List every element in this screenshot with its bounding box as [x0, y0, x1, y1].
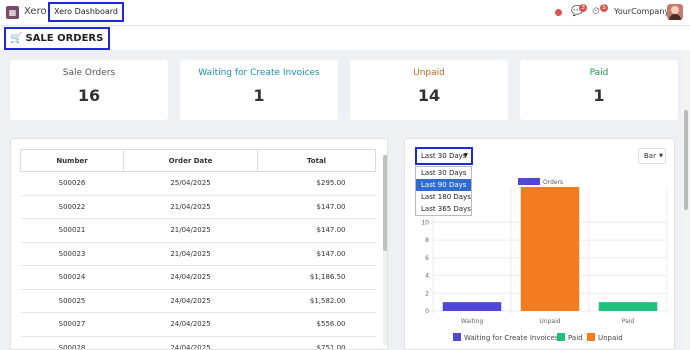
app-menu-icon[interactable]: ▦ — [6, 6, 19, 19]
cell-number: S00024 — [20, 265, 124, 290]
cell-number: S00023 — [20, 242, 124, 266]
activity-badge: 5 — [600, 4, 608, 12]
company-switcher[interactable]: YourCompany — [614, 7, 669, 16]
bar — [520, 187, 580, 311]
date-range-select[interactable]: Last 30 Days ▼ — [415, 147, 473, 165]
cell-total: $147.00 — [257, 218, 376, 243]
column-header-order-date[interactable]: Order Date — [123, 149, 258, 172]
shopping-cart-icon: 🛒 — [10, 33, 23, 44]
cell-total: $147.00 — [257, 195, 376, 219]
chevron-down-icon: ▼ — [659, 153, 663, 159]
legend-label: Paid — [568, 334, 583, 342]
kpi-value: 14 — [417, 86, 441, 105]
y-tick-label: 4 — [425, 273, 429, 280]
date-range-option[interactable]: Last 365 Days — [416, 203, 471, 215]
dataset-legend-swatch — [518, 178, 540, 185]
cell-total: $1,186.50 — [257, 265, 376, 290]
cell-order-date: 21/04/2025 — [123, 242, 258, 266]
chevron-down-icon: ▼ — [463, 152, 468, 159]
orders-chart-panel: 0 2 4 6 8 10 Waiting Unpaid Paid Orders Waiting fo… — [404, 138, 675, 350]
chat-badge: 3 — [579, 4, 587, 12]
dashboard-menu-item[interactable]: Xero Dashboard — [48, 2, 124, 22]
legend-swatch — [557, 333, 565, 341]
kpi-label: Sale Orders — [62, 68, 116, 78]
top-navbar: ▦ Xero Xero Dashboard 💬 3 ⏲ 5 YourCompan… — [0, 0, 690, 26]
legend-label: Waiting for Create Invoices — [464, 334, 559, 342]
legend-swatch — [587, 333, 595, 341]
cell-number: S00026 — [20, 171, 124, 196]
x-tick-label: Waiting — [461, 318, 484, 325]
table-row[interactable]: S00024 24/04/2025 $1,186.50 — [20, 265, 376, 290]
brand-name[interactable]: Xero — [24, 6, 47, 17]
bar — [442, 302, 502, 311]
orders-table-panel: Number Order Date Total S00026 25/04/2025… — [10, 138, 388, 350]
legend-swatch — [453, 333, 461, 341]
kpi-label: Waiting for Create Invoices — [198, 68, 320, 78]
cell-order-date: 24/04/2025 — [123, 265, 258, 290]
cell-number: S00021 — [20, 218, 124, 243]
dataset-legend-label: Orders — [543, 179, 563, 186]
cell-order-date: 21/04/2025 — [123, 195, 258, 219]
kpi-card-paid[interactable]: Paid 1 — [520, 60, 678, 120]
status-dot-icon[interactable] — [555, 9, 562, 16]
cell-total: $751.00 — [257, 336, 376, 349]
user-avatar[interactable] — [667, 4, 683, 20]
kpi-value: 1 — [593, 86, 605, 105]
cell-order-date: 21/04/2025 — [123, 218, 258, 243]
column-header-total[interactable]: Total — [257, 149, 376, 172]
date-range-dropdown: Last 30 Days Last 90 Days Last 180 Days … — [415, 166, 472, 216]
kpi-label: Paid — [589, 68, 609, 78]
cell-total: $147.00 — [257, 242, 376, 266]
y-tick-label: 8 — [425, 237, 429, 244]
cell-order-date: 24/04/2025 — [123, 336, 258, 349]
y-tick-label: 0 — [425, 308, 429, 315]
table-row[interactable]: S00026 25/04/2025 $295.00 — [20, 171, 376, 196]
date-range-option[interactable]: Last 30 Days — [416, 167, 471, 179]
table-row[interactable]: S00027 24/04/2025 $556.00 — [20, 312, 376, 337]
cell-number: S00027 — [20, 312, 124, 337]
kpi-label: Unpaid — [413, 68, 445, 78]
cell-total: $1,582.00 — [257, 289, 376, 313]
cell-order-date: 24/04/2025 — [123, 312, 258, 337]
legend-label: Unpaid — [598, 334, 623, 342]
cell-order-date: 25/04/2025 — [123, 171, 258, 196]
table-row[interactable]: S00022 21/04/2025 $147.00 — [20, 195, 376, 219]
kpi-card-sale-orders[interactable]: Sale Orders 16 — [10, 60, 168, 120]
x-tick-label: Paid — [622, 318, 635, 325]
page-title-text: SALE ORDERS — [25, 33, 104, 44]
table-row[interactable]: S00023 21/04/2025 $147.00 — [20, 242, 376, 266]
cell-total: $295.00 — [257, 171, 376, 196]
table-header-row: Number Order Date Total — [20, 149, 376, 172]
page-scrollbar-thumb[interactable] — [684, 110, 688, 210]
date-range-option[interactable]: Last 90 Days — [416, 179, 471, 191]
date-range-option[interactable]: Last 180 Days — [416, 191, 471, 203]
column-header-number[interactable]: Number — [20, 149, 124, 172]
orders-table: Number Order Date Total S00026 25/04/2025… — [20, 149, 376, 349]
y-tick-label: 10 — [421, 219, 429, 226]
table-row[interactable]: S00025 24/04/2025 $1,582.00 — [20, 289, 376, 313]
table-scrollbar-thumb[interactable] — [383, 155, 387, 251]
kpi-card-unpaid[interactable]: Unpaid 14 — [350, 60, 508, 120]
date-range-selected: Last 30 Days — [421, 152, 467, 160]
cell-number: S00022 — [20, 195, 124, 219]
y-tick-label: 6 — [425, 255, 429, 262]
page-title: 🛒 SALE ORDERS — [4, 27, 111, 50]
cell-order-date: 24/04/2025 — [123, 289, 258, 313]
kpi-value: 1 — [253, 86, 265, 105]
chart-type-value: Bar — [644, 152, 656, 160]
cell-number: S00025 — [20, 289, 124, 313]
x-tick-label: Unpaid — [539, 318, 560, 325]
chart-type-select[interactable]: Bar ▼ — [638, 148, 666, 164]
kpi-card-waiting-invoices[interactable]: Waiting for Create Invoices 1 — [180, 60, 338, 120]
cell-total: $556.00 — [257, 312, 376, 337]
table-row[interactable]: S00021 21/04/2025 $147.00 — [20, 218, 376, 243]
bar — [598, 302, 658, 311]
y-tick-label: 2 — [425, 290, 429, 297]
kpi-value: 16 — [77, 86, 101, 105]
cell-number: S00028 — [20, 336, 124, 349]
table-row[interactable]: S00028 24/04/2025 $751.00 — [20, 336, 376, 349]
